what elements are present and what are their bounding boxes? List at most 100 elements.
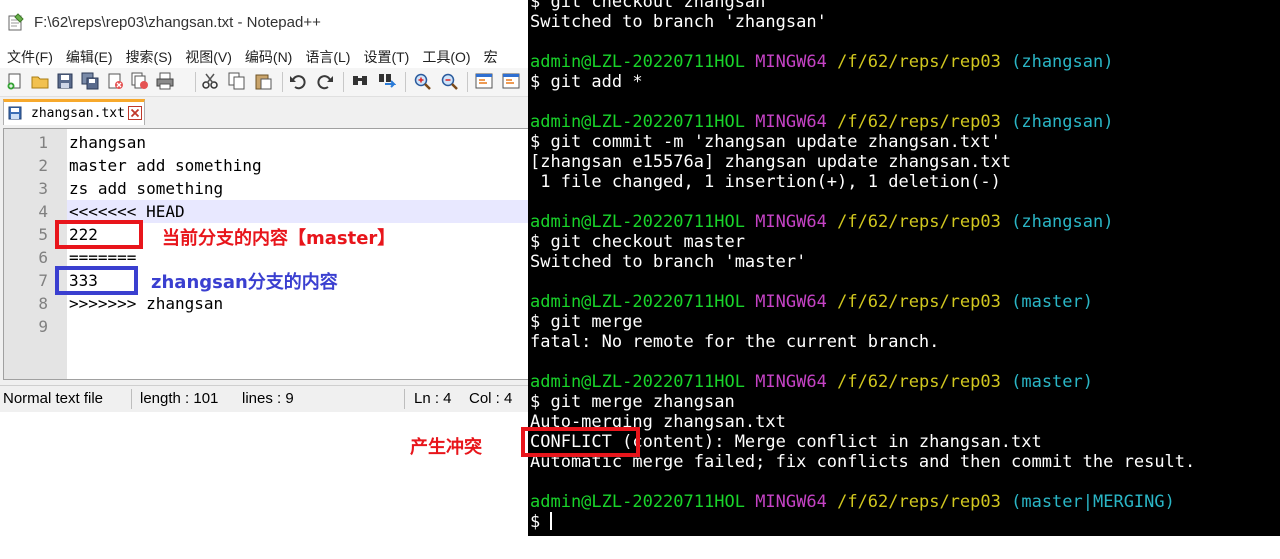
terminal-prompt: admin@LZL-20220711HOL MINGW64 /f/62/reps… [530, 292, 1093, 312]
prompt-path: /f/62/reps/rep03 [837, 112, 1001, 132]
window-title: F:\62\reps\rep03\zhangsan.txt - Notepad+… [34, 14, 321, 31]
terminal-line: $ git checkout zhangsan [530, 0, 766, 12]
terminal-input-line[interactable]: $ [530, 512, 553, 532]
title-bar: F:\62\reps\rep03\zhangsan.txt - Notepad+… [0, 0, 528, 44]
menu-file[interactable]: 文件(F) [0, 44, 59, 67]
menu-macro[interactable]: 宏 [477, 44, 504, 67]
line-number: 6 [38, 248, 48, 267]
code-line: >>>>>>> zhangsan [69, 294, 224, 313]
open-file-icon[interactable] [31, 72, 49, 90]
menu-view[interactable]: 视图(V) [178, 44, 238, 67]
terminal-line: fatal: No remote for the current branch. [530, 332, 940, 352]
prompt-branch: (master|MERGING) [1011, 492, 1175, 512]
line-number: 2 [38, 156, 48, 175]
toolbar [0, 68, 528, 97]
prompt-user: admin@LZL-20220711HOL [530, 292, 745, 312]
line-number: 5 [38, 225, 48, 244]
terminal-prompt: admin@LZL-20220711HOL MINGW64 /f/62/reps… [530, 52, 1113, 72]
prompt-env: MINGW64 [755, 52, 827, 72]
status-lines: lines : 9 [242, 390, 294, 407]
zoom-out-icon[interactable] [440, 72, 458, 90]
prompt-env: MINGW64 [755, 492, 827, 512]
toolbar-separator [282, 72, 283, 92]
git-bash-terminal[interactable]: $ git checkout zhangsan Switched to bran… [528, 0, 1280, 536]
tab-bar: zhangsan.txt [0, 97, 528, 127]
sync-vertical-icon[interactable] [475, 72, 493, 90]
terminal-line: Switched to branch 'master' [530, 252, 807, 272]
terminal-line: 1 file changed, 1 insertion(+), 1 deleti… [530, 172, 1001, 192]
sync-horizontal-icon[interactable] [502, 72, 520, 90]
terminal-line: $ git add * [530, 72, 643, 92]
new-file-icon[interactable] [6, 72, 24, 90]
prompt-user: admin@LZL-20220711HOL [530, 372, 745, 392]
paste-icon[interactable] [254, 72, 272, 90]
status-separator [131, 389, 132, 409]
close-file-icon[interactable] [106, 72, 124, 90]
terminal-prompt: admin@LZL-20220711HOL MINGW64 /f/62/reps… [530, 112, 1113, 132]
prompt-path: /f/62/reps/rep03 [837, 292, 1001, 312]
terminal-prompt: admin@LZL-20220711HOL MINGW64 /f/62/reps… [530, 492, 1175, 512]
terminal-line: $ git merge zhangsan [530, 392, 735, 412]
close-icon[interactable] [128, 106, 142, 120]
menu-settings[interactable]: 设置(T) [356, 44, 415, 67]
current-branch-annotation: 当前分支的内容【master】 [162, 228, 396, 249]
prompt-branch: (zhangsan) [1011, 212, 1114, 232]
status-line-number: Ln : 4 [414, 390, 452, 407]
terminal-line: [zhangsan e15576a] zhangsan update zhang… [530, 152, 1012, 172]
copy-icon[interactable] [228, 72, 246, 90]
terminal-line: $ git checkout master [530, 232, 745, 252]
toolbar-separator [467, 72, 468, 92]
status-column: Col : 4 [469, 390, 513, 407]
toolbar-separator [343, 72, 344, 92]
menu-encoding[interactable]: 编码(N) [238, 44, 298, 67]
prompt-path: /f/62/reps/rep03 [837, 372, 1001, 392]
undo-icon[interactable] [289, 72, 307, 90]
status-bar: Normal text file length : 101 lines : 9 … [0, 385, 528, 412]
text-editor[interactable]: 1 zhangsan 2 master add something 3 zs a… [3, 128, 528, 380]
prompt-env: MINGW64 [755, 112, 827, 132]
cut-icon[interactable] [201, 72, 219, 90]
conflict-highlight-box [521, 427, 640, 457]
save-icon[interactable] [56, 72, 74, 90]
line-number: 4 [38, 202, 48, 221]
tab-zhangsan-txt[interactable]: zhangsan.txt [3, 99, 145, 125]
status-file-type: Normal text file [3, 390, 104, 407]
notepad-window: F:\62\reps\rep03\zhangsan.txt - Notepad+… [0, 0, 528, 412]
prompt-branch: (master) [1011, 292, 1093, 312]
terminal-line: Switched to branch 'zhangsan' [530, 12, 827, 32]
save-icon [8, 106, 22, 120]
menu-tools[interactable]: 工具(O) [415, 44, 476, 67]
redo-icon[interactable] [316, 72, 334, 90]
prompt-path: /f/62/reps/rep03 [837, 492, 1001, 512]
menu-edit[interactable]: 编辑(E) [59, 44, 119, 67]
line-number: 1 [38, 133, 48, 152]
code-line: zhangsan [69, 133, 147, 152]
current-branch-highlight-box [55, 220, 143, 249]
terminal-prompt: admin@LZL-20220711HOL MINGW64 /f/62/reps… [530, 372, 1093, 392]
save-all-icon[interactable] [81, 72, 99, 90]
print-icon[interactable] [156, 72, 174, 90]
toolbar-separator [195, 72, 196, 92]
prompt-user: admin@LZL-20220711HOL [530, 492, 745, 512]
prompt-branch: (zhangsan) [1011, 112, 1114, 132]
tab-label: zhangsan.txt [31, 106, 125, 121]
find-icon[interactable] [351, 72, 369, 90]
line-number: 9 [38, 317, 48, 336]
status-separator [404, 389, 405, 409]
line-number: 3 [38, 179, 48, 198]
terminal-prompt: admin@LZL-20220711HOL MINGW64 /f/62/reps… [530, 212, 1113, 232]
code-line: master add something [69, 156, 262, 175]
prompt-user: admin@LZL-20220711HOL [530, 52, 745, 72]
prompt-path: /f/62/reps/rep03 [837, 52, 1001, 72]
prompt-env: MINGW64 [755, 372, 827, 392]
replace-icon[interactable] [378, 72, 396, 90]
close-all-icon[interactable] [131, 72, 149, 90]
menu-search[interactable]: 搜索(S) [119, 44, 179, 67]
menu-language[interactable]: 语言(L) [298, 44, 356, 67]
menu-bar: 文件(F) 编辑(E) 搜索(S) 视图(V) 编码(N) 语言(L) 设置(T) 工具(O)… [0, 44, 528, 68]
prompt-user: admin@LZL-20220711HOL [530, 212, 745, 232]
input-prompt: $ [530, 512, 551, 532]
zoom-in-icon[interactable] [413, 72, 431, 90]
prompt-user: admin@LZL-20220711HOL [530, 112, 745, 132]
other-branch-annotation: zhangsan分支的内容 [151, 272, 338, 293]
